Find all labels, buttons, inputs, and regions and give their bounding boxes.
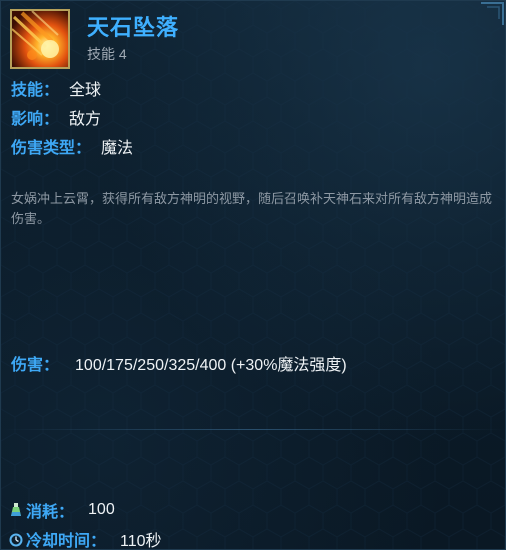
skill-description: 女娲冲上云霄，获得所有敌方神明的视野，随后召唤补天神石来对所有敌方神明造成伤害。 xyxy=(11,191,493,226)
attribute-value: 全球 xyxy=(69,82,102,99)
attribute-value: 魔法 xyxy=(101,140,134,157)
skill-icon xyxy=(10,9,70,69)
cooldown-value: 110秒 xyxy=(120,533,162,550)
section-divider xyxy=(1,429,505,430)
damage-key: 伤害： xyxy=(11,357,60,374)
cost-value: 100 xyxy=(88,501,115,518)
attribute-row-range: 技能： 全球 xyxy=(11,76,101,100)
damage-value: 100/175/250/325/400 (+30%魔法强度) xyxy=(75,357,347,374)
attribute-row-damage-type: 伤害类型： 魔法 xyxy=(11,134,133,158)
attribute-key: 伤害类型： xyxy=(11,140,92,157)
attribute-row-affects: 影响： 敌方 xyxy=(11,105,101,129)
skill-tooltip-panel: 天石坠落 技能 4 技能： 全球 影响： 敌方 伤害类型： 魔法 女娲冲上云霄，获得所… xyxy=(0,0,506,550)
cooldown-row: 冷却时间： 110秒 xyxy=(9,527,162,550)
attribute-value: 敌方 xyxy=(69,111,102,128)
cost-row: 消耗： 100 xyxy=(9,498,115,522)
skill-name: 天石坠落 xyxy=(87,15,180,40)
attribute-key: 技能： xyxy=(11,82,60,99)
attribute-key: 影响： xyxy=(11,111,60,128)
damage-row: 伤害： 100/175/250/325/400 (+30%魔法强度) xyxy=(11,351,347,375)
meteor-fire-icon xyxy=(12,11,68,67)
cost-key: 消耗： xyxy=(26,504,75,521)
cooldown-key: 冷却时间： xyxy=(26,533,107,550)
cooldown-clock-icon xyxy=(9,533,23,547)
mana-flask-icon xyxy=(11,503,21,516)
skill-slot-label: 技能 4 xyxy=(87,46,127,62)
corner-bracket-icon xyxy=(481,2,504,25)
